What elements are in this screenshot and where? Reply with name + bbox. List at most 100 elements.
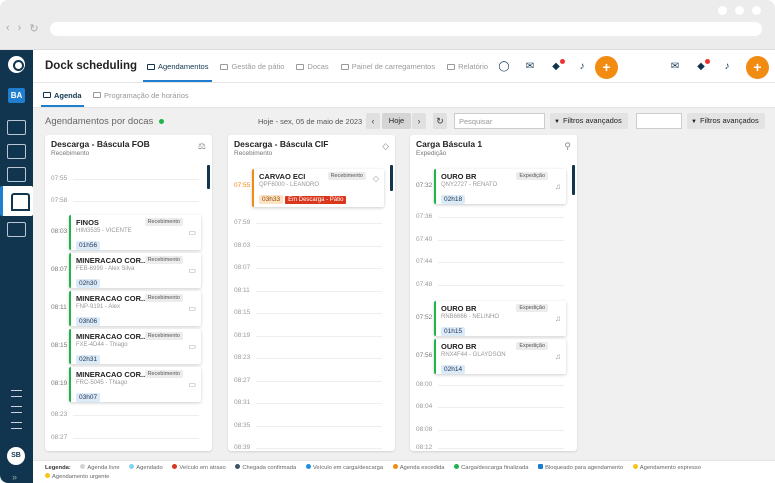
address-bar[interactable] <box>50 22 762 36</box>
reload-icon[interactable]: ↻ <box>29 22 38 35</box>
door-icon[interactable] <box>7 222 26 237</box>
time-slot[interactable]: 08:00 <box>416 381 567 388</box>
card-duration: 01h56 <box>76 241 101 250</box>
scrollbar[interactable] <box>390 165 393 191</box>
time-slot[interactable]: 07:59 <box>234 219 385 226</box>
legend-text: Veículo em carga/descarga <box>312 465 384 471</box>
tab-painel-carregamentos[interactable]: Painel de carregamentos <box>335 50 441 83</box>
schedule-card[interactable]: MINERACAO COR... FNP-9191 - Alex 03h06 R… <box>69 291 201 326</box>
back-icon[interactable]: ‹ <box>6 22 10 35</box>
time-slot[interactable]: 08:23 <box>234 354 385 361</box>
schedule-card[interactable]: OURO BR QNY2727 - RENATO 02h18 Expedição… <box>434 169 566 204</box>
tab-relatorio[interactable]: Relatório <box>441 50 494 83</box>
expand-icon[interactable]: » <box>12 472 17 482</box>
header-actions-duplicate: ✉ ◆ ♪ + <box>662 55 769 79</box>
messages-icon[interactable]: ✉ <box>524 62 536 72</box>
time-slot[interactable]: 07:40 <box>416 236 567 243</box>
schedule-card[interactable]: CARVAO ECI QPF6000 - LEANDRO 03h33 Em Des… <box>252 169 384 207</box>
advanced-filters-button[interactable]: Filtros avançados <box>687 113 765 129</box>
filter-icon[interactable] <box>11 406 22 413</box>
time-slot[interactable]: 07:58 <box>51 197 202 204</box>
tab-gestao-patio[interactable]: Gestão de pátio <box>214 50 290 83</box>
weight-icon[interactable]: ⚲ <box>564 141 571 152</box>
add-button[interactable]: + <box>595 55 618 79</box>
time-slot[interactable]: 08:08 <box>416 426 567 433</box>
tab-programacao-horarios[interactable]: Programação de horários <box>93 83 189 107</box>
user-avatar[interactable]: BA <box>8 88 25 103</box>
notification-badge <box>560 59 565 64</box>
time-slot[interactable]: 08:11 <box>234 287 381 294</box>
card-tag: Recebimento <box>327 172 366 180</box>
search-input[interactable]: Pesquisar <box>454 113 545 129</box>
window-dot[interactable] <box>735 6 744 15</box>
card-plate: QNY2727 - RENATO <box>441 182 498 188</box>
schedule-card[interactable]: OURO BR RNB6666 - NELINHO 01h15 Expediçã… <box>434 301 566 336</box>
lightning-icon <box>45 473 50 478</box>
card-duration: 03h33 <box>259 195 284 204</box>
settings-icon[interactable] <box>11 422 22 429</box>
tab-label: Relatório <box>458 62 489 71</box>
time-slot[interactable]: 08:31 <box>234 399 385 406</box>
account-avatar[interactable]: SB <box>7 447 25 465</box>
dock-icon[interactable] <box>0 186 33 216</box>
time-slot[interactable]: 08:23 <box>51 411 202 418</box>
today-button[interactable]: Hoje <box>382 113 411 129</box>
schedule-card[interactable]: FINOS HIM3535 - VICENTE 01h56 Recebiment… <box>69 215 201 250</box>
tab-agendamentos[interactable]: Agendamentos <box>141 50 214 83</box>
card-time: 08:11 <box>51 304 67 311</box>
legend-swatch <box>305 464 311 469</box>
advanced-filters-button[interactable]: Filtros avançados <box>550 113 628 129</box>
schedule-card[interactable]: MINERACAO COR... FEB-6999 - Alex Silva 0… <box>69 253 201 288</box>
card-duration: 02h14 <box>441 365 466 374</box>
yard-icon <box>220 63 229 70</box>
time-slot[interactable]: 07:44 <box>416 258 567 265</box>
messages-icon[interactable]: ✉ <box>669 62 681 72</box>
legend-item: Agenda livre <box>80 464 120 473</box>
tab-agenda[interactable]: Agenda <box>41 83 84 107</box>
time-slot[interactable]: 08:03 <box>234 242 385 249</box>
time-slot[interactable]: 08:27 <box>51 434 202 441</box>
schedule-card[interactable]: MINERACAO COR... FRC-5045 - Thiago 03h07… <box>69 367 201 402</box>
add-button[interactable]: + <box>746 55 769 79</box>
time-slot[interactable]: 08:35 <box>234 422 385 429</box>
filter-input[interactable] <box>636 113 682 129</box>
schedule-card[interactable]: OURO BR RNX4F44 - GLAYDSON 02h14 Expediç… <box>434 339 566 374</box>
time-slot[interactable]: 08:19 <box>234 332 385 339</box>
scale-icon[interactable]: ⚖ <box>198 141 206 152</box>
window-dot[interactable] <box>718 6 727 15</box>
time-slot[interactable]: 08:39 <box>234 444 385 451</box>
next-day-button[interactable]: › <box>412 113 426 129</box>
card-tag: Recebimento <box>144 332 183 340</box>
refresh-button[interactable]: ↻ <box>433 113 447 129</box>
status-badge: Em Descarga - Pátio <box>285 196 347 204</box>
tab-label: Docas <box>307 62 329 71</box>
time-slot[interactable]: 08:15 <box>234 309 385 316</box>
time-slot[interactable]: 07:48 <box>416 281 567 288</box>
tab-docas[interactable]: Docas <box>290 50 334 83</box>
window-dot[interactable] <box>752 6 761 15</box>
time-slot[interactable]: 08:12 <box>416 444 567 451</box>
puzzle-icon[interactable] <box>11 390 22 397</box>
bell-icon: ♫ <box>555 352 561 361</box>
scrollbar[interactable] <box>572 165 575 195</box>
truck-icon[interactable] <box>7 120 26 135</box>
megaphone-icon[interactable]: ◆ <box>550 59 565 72</box>
scrollbar[interactable] <box>207 165 210 189</box>
people-icon[interactable] <box>7 167 26 182</box>
boxes-icon[interactable] <box>7 144 26 159</box>
forward-icon[interactable]: › <box>18 22 22 35</box>
megaphone-icon[interactable]: ◆ <box>695 59 710 72</box>
chat-icon[interactable]: ◯ <box>498 62 510 72</box>
tag-icon[interactable]: ◇ <box>382 141 389 152</box>
bell-icon[interactable]: ♪ <box>721 62 733 72</box>
bell-icon[interactable]: ♪ <box>576 62 588 72</box>
card-plate: FRC-5045 - Thiago <box>76 380 128 386</box>
schedule-card[interactable]: MINERACAO COR... FXE-4D44 - Thiago 02h31… <box>69 329 201 364</box>
time-slot[interactable]: 08:07 <box>234 264 385 271</box>
time-slot[interactable]: 07:36 <box>416 213 567 220</box>
time-slot[interactable]: 08:27 <box>234 377 385 384</box>
prev-day-button[interactable]: ‹ <box>366 113 380 129</box>
logo-icon[interactable] <box>8 56 25 73</box>
time-slot[interactable]: 07:55 <box>51 175 202 182</box>
time-slot[interactable]: 08:04 <box>416 403 567 410</box>
